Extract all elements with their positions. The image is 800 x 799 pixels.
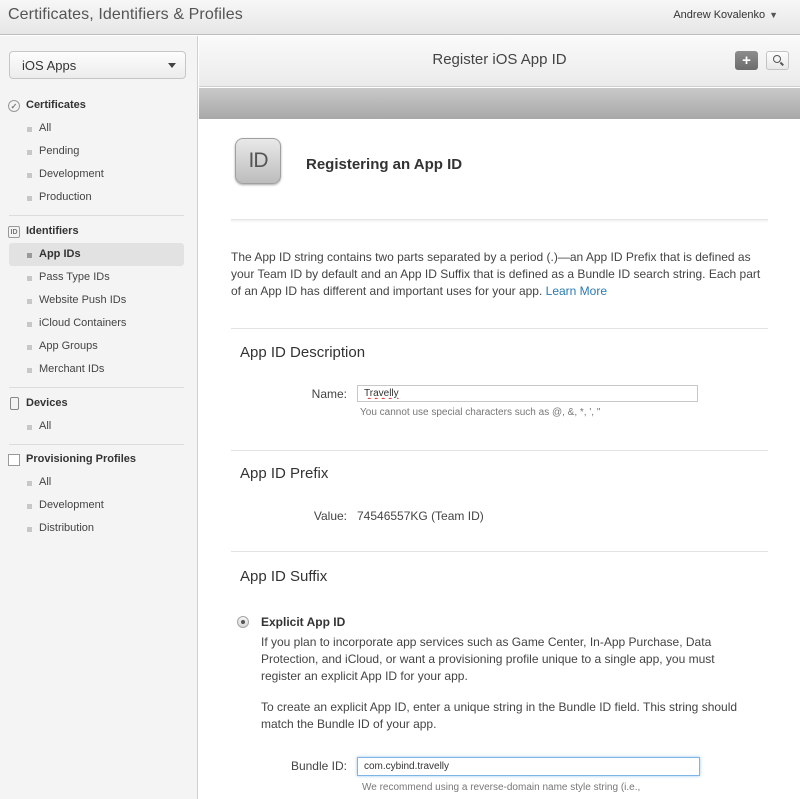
page-title: Register iOS App ID — [432, 51, 567, 68]
divider — [9, 387, 184, 388]
sidebar-item-profiles-development[interactable]: Development — [0, 494, 198, 517]
sidebar-heading-label: Devices — [26, 397, 68, 409]
app-title: Certificates, Identifiers & Profiles — [8, 6, 243, 23]
sidebar-item-icloud-containers[interactable]: iCloud Containers — [0, 312, 198, 335]
id-icon: ID — [8, 226, 20, 238]
sidebar: iOS Apps ✓ Certificates All Pending Deve… — [0, 36, 198, 799]
sidebar-item-devices-all[interactable]: All — [0, 415, 198, 438]
sidebar-heading-label: Provisioning Profiles — [26, 453, 137, 465]
sidebar-item-merchant-ids[interactable]: Merchant IDs — [0, 358, 198, 381]
sidebar-item-profiles-all[interactable]: All — [0, 471, 198, 494]
name-field[interactable] — [357, 385, 698, 402]
sidebar-section-identifiers: ID Identifiers App IDs Pass Type IDs Web… — [0, 220, 198, 394]
bundle-id-field[interactable] — [357, 757, 700, 776]
sidebar-item-certificates-pending[interactable]: Pending — [0, 140, 198, 163]
name-hint: You cannot use special characters such a… — [360, 407, 601, 418]
search-button[interactable] — [766, 51, 789, 70]
sidebar-section-certificates: ✓ Certificates All Pending Development P… — [0, 94, 198, 222]
sidebar-item-profiles-distribution[interactable]: Distribution — [0, 517, 198, 540]
sidebar-heading-devices[interactable]: Devices — [0, 392, 198, 415]
explicit-app-id-label: Explicit App ID — [261, 615, 346, 629]
divider — [9, 215, 184, 216]
search-icon-handle — [780, 61, 784, 66]
sidebar-section-devices: Devices All — [0, 392, 198, 451]
plus-icon: + — [742, 52, 751, 69]
explicit-description: If you plan to incorporate app services … — [261, 635, 715, 683]
caret-down-icon: ▼ — [769, 10, 778, 20]
divider — [9, 444, 184, 445]
section-heading: Registering an App ID — [306, 156, 463, 173]
add-button[interactable]: + — [735, 51, 758, 70]
sidebar-heading-profiles[interactable]: Provisioning Profiles — [0, 448, 198, 471]
bundle-id-label: Bundle ID: — [290, 759, 347, 773]
sidebar-heading-label: Identifiers — [26, 225, 79, 237]
divider — [231, 450, 768, 451]
suffix-title: App ID Suffix — [240, 568, 328, 585]
sidebar-item-certificates-development[interactable]: Development — [0, 163, 198, 186]
explicit-instructions: To create an explicit App ID, enter a un… — [261, 700, 738, 731]
sidebar-heading-certificates[interactable]: ✓ Certificates — [0, 94, 198, 117]
divider — [231, 551, 768, 552]
intro-text: The App ID string contains two parts sep… — [231, 249, 771, 300]
user-menu[interactable]: Andrew Kovalenko ▼ — [673, 9, 778, 21]
sidebar-item-website-push-ids[interactable]: Website Push IDs — [0, 289, 198, 312]
platform-select-value: iOS Apps — [22, 58, 77, 73]
sidebar-item-certificates-production[interactable]: Production — [0, 186, 198, 209]
prefix-title: App ID Prefix — [240, 465, 329, 482]
sidebar-heading-identifiers[interactable]: ID Identifiers — [0, 220, 198, 243]
divider — [231, 219, 768, 223]
divider — [231, 328, 768, 329]
certificate-icon: ✓ — [8, 100, 20, 112]
main-content: ID Registering an App ID The App ID stri… — [199, 119, 800, 799]
sidebar-item-pass-type-ids[interactable]: Pass Type IDs — [0, 266, 198, 289]
top-bar: Certificates, Identifiers & Profiles And… — [0, 0, 800, 35]
header-band — [199, 88, 800, 119]
document-icon — [8, 454, 20, 466]
sidebar-item-app-ids[interactable]: App IDs — [9, 243, 184, 266]
dropdown-arrow-icon — [168, 63, 176, 68]
sidebar-heading-label: Certificates — [26, 99, 86, 111]
device-icon — [10, 397, 19, 410]
learn-more-link[interactable]: Learn More — [546, 284, 607, 298]
platform-select[interactable]: iOS Apps — [9, 51, 186, 79]
main-header: Register iOS App ID + — [199, 36, 800, 87]
sidebar-item-certificates-all[interactable]: All — [0, 117, 198, 140]
intro-body: The App ID string contains two parts sep… — [231, 250, 761, 298]
app-id-icon: ID — [235, 138, 281, 184]
description-title: App ID Description — [240, 344, 366, 361]
name-label: Name: — [311, 387, 347, 401]
explicit-app-id-radio[interactable] — [237, 616, 249, 628]
sidebar-item-app-groups[interactable]: App Groups — [0, 335, 198, 358]
user-name: Andrew Kovalenko — [673, 9, 766, 21]
prefix-value-label: Value: — [313, 509, 347, 523]
bundle-id-hint: We recommend using a reverse-domain name… — [362, 782, 641, 793]
sidebar-section-profiles: Provisioning Profiles All Development Di… — [0, 448, 198, 540]
prefix-value: 74546557KG (Team ID) — [357, 509, 484, 523]
